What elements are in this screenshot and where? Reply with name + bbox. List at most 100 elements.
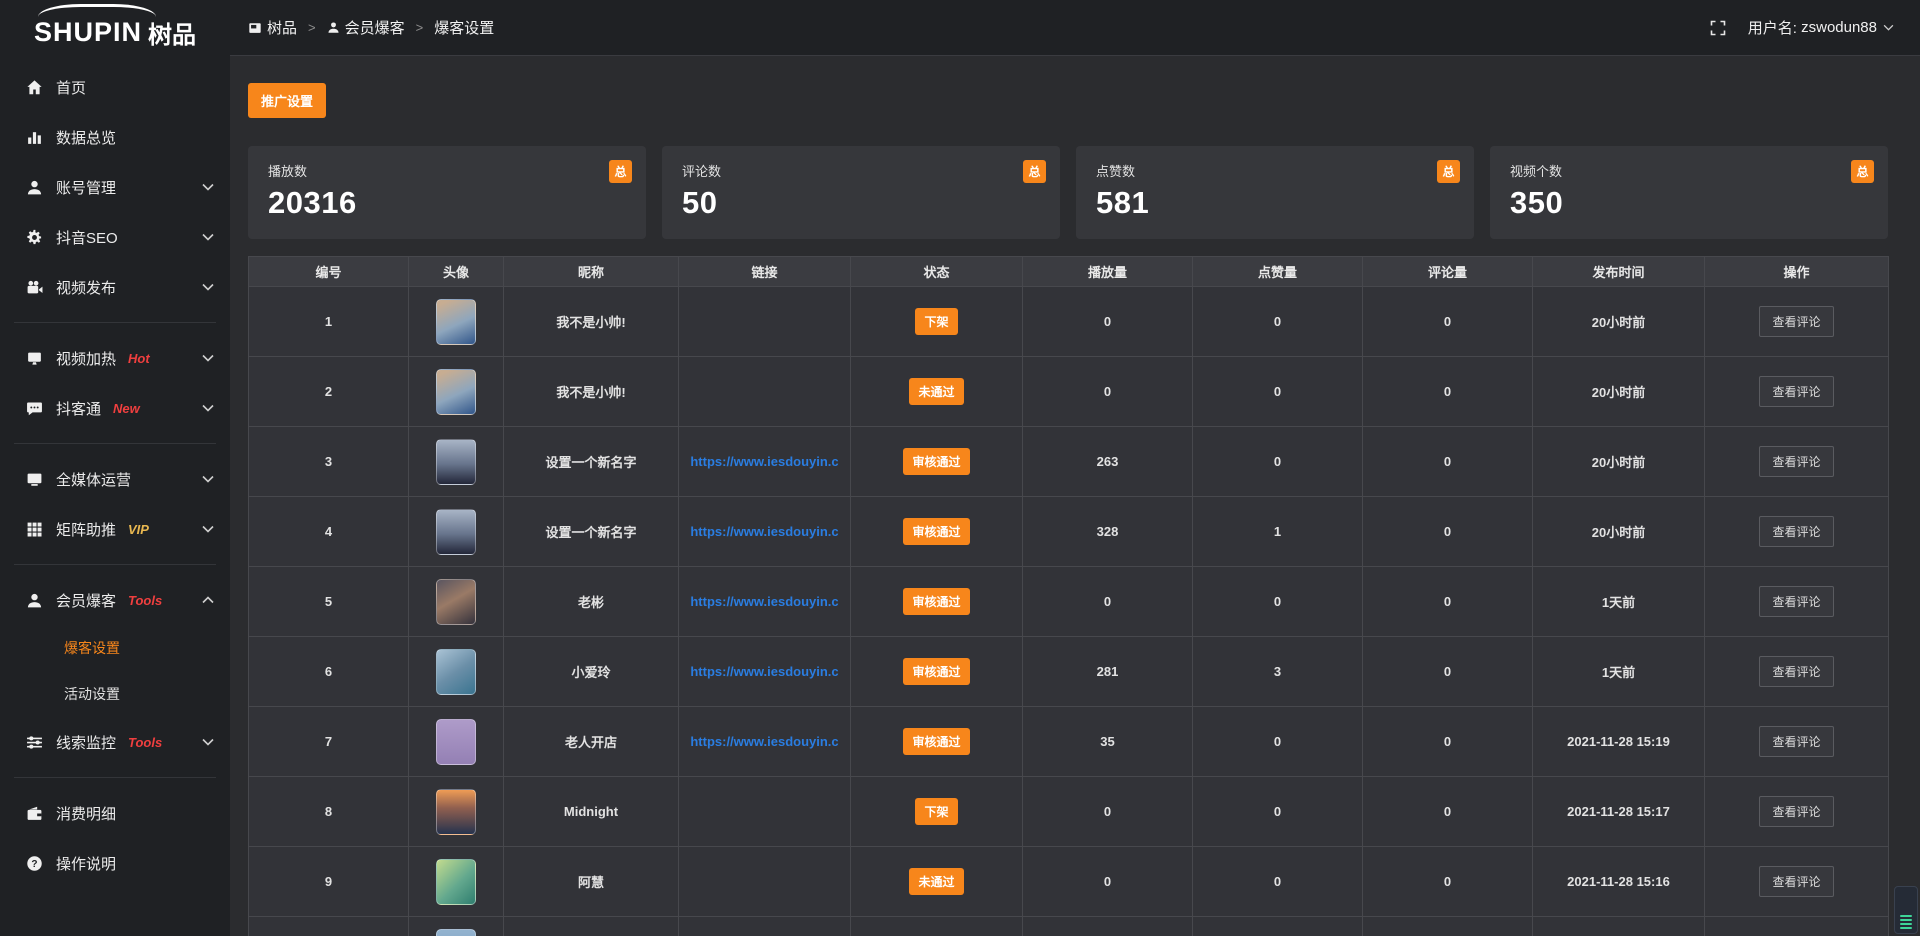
plays-value: 0: [1023, 287, 1193, 357]
table-row-partial: [249, 917, 1889, 936]
publish-time: 20小时前: [1533, 427, 1705, 497]
user-icon: [327, 21, 340, 34]
sidebar-item-consumption-details[interactable]: 消费明细: [0, 788, 230, 838]
view-comments-button[interactable]: 查看评论: [1759, 656, 1833, 687]
status-badge: 审核通过: [903, 448, 969, 475]
video-link[interactable]: https://www.iesdouyin.c: [690, 524, 838, 539]
sidebar-item-matrix-boost[interactable]: 矩阵助推 VIP: [0, 504, 230, 554]
comments-value: 0: [1363, 847, 1533, 917]
row-id: 1: [249, 287, 409, 357]
nickname: 设置一个新名字: [504, 427, 679, 497]
breadcrumb-label: 会员爆客: [345, 17, 405, 38]
breadcrumb-item-member-baoke[interactable]: 会员爆客: [327, 17, 405, 38]
user-menu[interactable]: 用户名: zswodun88: [1748, 17, 1894, 38]
sidebar: SHUPIN 树品 首页 数据总览 账号管理: [0, 0, 230, 936]
status-badge: 审核通过: [903, 588, 969, 615]
video-link[interactable]: https://www.iesdouyin.c: [690, 454, 838, 469]
view-comments-button[interactable]: 查看评论: [1759, 446, 1833, 477]
sidebar-item-label: 会员爆客: [56, 590, 116, 611]
sidebar-item-lead-monitoring[interactable]: 线索监控 Tools: [0, 717, 230, 767]
comments-value: 0: [1363, 357, 1533, 427]
row-id: 5: [249, 567, 409, 637]
sidebar-item-member-baoke[interactable]: 会员爆客 Tools: [0, 575, 230, 625]
chevron-up-icon: [202, 596, 214, 604]
stat-card-likes: 点赞数 581 总: [1076, 146, 1474, 239]
view-comments-button[interactable]: 查看评论: [1759, 586, 1833, 617]
floating-widget[interactable]: [1894, 886, 1918, 934]
bar-chart-icon: [26, 128, 44, 146]
view-comments-button[interactable]: 查看评论: [1759, 726, 1833, 757]
sidebar-item-douketong[interactable]: 抖客通 New: [0, 383, 230, 433]
video-link-cell: [679, 287, 851, 357]
publish-time: 1天前: [1533, 567, 1705, 637]
divider: [14, 564, 216, 565]
table-header-row: 编号 头像 昵称 链接 状态 播放量 点赞量 评论量 发布时间 操作: [249, 257, 1889, 287]
row-id: 7: [249, 707, 409, 777]
likes-value: 0: [1193, 427, 1363, 497]
col-status: 状态: [851, 257, 1023, 287]
likes-value: 0: [1193, 567, 1363, 637]
sidebar-item-label: 账号管理: [56, 177, 116, 198]
equalizer-bar: [1900, 915, 1912, 917]
sidebar-item-instructions[interactable]: ? 操作说明: [0, 838, 230, 888]
video-link[interactable]: https://www.iesdouyin.c: [690, 664, 838, 679]
table-row: 6 小爱玲 https://www.iesdouyin.c 审核通过 281 3…: [249, 637, 1889, 707]
equalizer-bar: [1900, 923, 1912, 925]
sidebar-subitem-label: 爆客设置: [64, 638, 120, 658]
promotion-settings-button[interactable]: 推广设置: [248, 83, 326, 118]
vip-badge: VIP: [128, 522, 149, 537]
sidebar-item-video-publish[interactable]: 视频发布: [0, 262, 230, 312]
sidebar-item-label: 数据总览: [56, 127, 116, 148]
sidebar-item-label: 线索监控: [56, 732, 116, 753]
status-badge: 审核通过: [903, 728, 969, 755]
svg-text:?: ?: [31, 858, 37, 869]
view-comments-button[interactable]: 查看评论: [1759, 376, 1833, 407]
total-badge: 总: [1851, 160, 1874, 183]
avatar: [436, 929, 476, 936]
sidebar-item-home[interactable]: 首页: [0, 62, 230, 112]
sidebar-item-account-management[interactable]: 账号管理: [0, 162, 230, 212]
videos-table: 编号 头像 昵称 链接 状态 播放量 点赞量 评论量 发布时间 操作 1 我不是…: [248, 256, 1889, 936]
publish-time: 2021-11-28 15:19: [1533, 707, 1705, 777]
chevron-down-icon: [202, 475, 214, 483]
video-link-cell: [679, 777, 851, 847]
display-icon: [26, 349, 44, 367]
sidebar-subitem-activity-settings[interactable]: 活动设置: [0, 671, 230, 717]
plays-value: 35: [1023, 707, 1193, 777]
sidebar-subitem-label: 活动设置: [64, 684, 120, 704]
stat-card-plays: 播放数 20316 总: [248, 146, 646, 239]
breadcrumb-item-site[interactable]: 树品: [248, 17, 297, 38]
nickname: 设置一个新名字: [504, 497, 679, 567]
chevron-down-icon: [202, 183, 214, 191]
publish-time: 1天前: [1533, 637, 1705, 707]
view-comments-button[interactable]: 查看评论: [1759, 866, 1833, 897]
comments-value: 0: [1363, 427, 1533, 497]
comments-value: 0: [1363, 287, 1533, 357]
fullscreen-icon[interactable]: [1710, 20, 1726, 36]
likes-value: 0: [1193, 357, 1363, 427]
avatar: [436, 299, 476, 345]
plays-value: 0: [1023, 777, 1193, 847]
video-link[interactable]: https://www.iesdouyin.c: [690, 734, 838, 749]
chevron-down-icon: [202, 404, 214, 412]
user-icon: [26, 591, 44, 609]
comments-value: 0: [1363, 707, 1533, 777]
video-link[interactable]: https://www.iesdouyin.c: [690, 594, 838, 609]
col-comments: 评论量: [1363, 257, 1533, 287]
chevron-down-icon: [202, 233, 214, 241]
sidebar-item-data-overview[interactable]: 数据总览: [0, 112, 230, 162]
sidebar-item-douyin-seo[interactable]: 抖音SEO: [0, 212, 230, 262]
sidebar-item-video-heat[interactable]: 视频加热 Hot: [0, 333, 230, 383]
table-row: 9 阿慧 未通过 0 0 0 2021-11-28 15:16 查看评论: [249, 847, 1889, 917]
view-comments-button[interactable]: 查看评论: [1759, 306, 1833, 337]
sidebar-item-all-media-operation[interactable]: 全媒体运营: [0, 454, 230, 504]
stat-value: 20316: [268, 185, 626, 221]
view-comments-button[interactable]: 查看评论: [1759, 796, 1833, 827]
view-comments-button[interactable]: 查看评论: [1759, 516, 1833, 547]
status-badge: 未通过: [909, 868, 963, 895]
video-link-cell: [679, 847, 851, 917]
sidebar-subitem-baoke-settings[interactable]: 爆客设置: [0, 625, 230, 671]
chevron-down-icon: [1883, 24, 1894, 31]
table-row: 7 老人开店 https://www.iesdouyin.c 审核通过 35 0…: [249, 707, 1889, 777]
table-row: 8 Midnight 下架 0 0 0 2021-11-28 15:17 查看评…: [249, 777, 1889, 847]
